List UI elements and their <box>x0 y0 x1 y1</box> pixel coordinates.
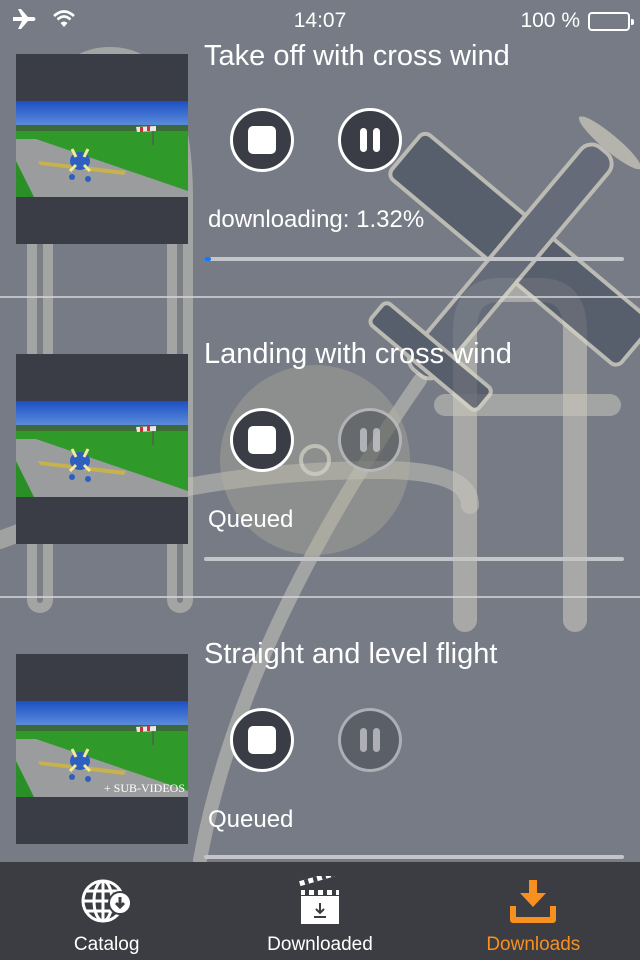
download-tray-icon <box>505 876 561 926</box>
video-thumbnail[interactable]: + SUB-VIDEOS <box>16 654 188 844</box>
download-row: Take off with cross wind downloading: 1.… <box>0 40 640 298</box>
battery-icon <box>588 11 634 31</box>
stop-button[interactable] <box>230 108 294 172</box>
status-bar: 14:07 100 % <box>0 0 640 40</box>
download-title: Take off with cross wind <box>204 40 510 72</box>
tab-bar: Catalog Downloaded Downloads <box>0 862 640 960</box>
video-thumbnail[interactable] <box>16 54 188 244</box>
thumbnail-image <box>16 401 188 497</box>
download-row: + SUB-VIDEOS Straight and level flight Q… <box>0 598 640 898</box>
stop-icon <box>248 126 276 154</box>
pause-icon <box>360 128 367 152</box>
download-progress-bar <box>204 557 624 561</box>
pause-button[interactable] <box>338 408 402 472</box>
download-row: Landing with cross wind Queued <box>0 298 640 598</box>
download-status: downloading: 1.32% <box>208 206 425 233</box>
download-list: Take off with cross wind downloading: 1.… <box>0 40 640 898</box>
tab-catalog[interactable]: Catalog <box>0 862 213 960</box>
battery-percent: 100 % <box>520 9 580 32</box>
pause-button[interactable] <box>338 708 402 772</box>
tab-downloaded[interactable]: Downloaded <box>213 862 426 960</box>
tab-label: Downloads <box>486 934 581 955</box>
download-status: Queued <box>208 806 294 833</box>
stop-icon <box>248 726 276 754</box>
tab-label: Downloaded <box>267 934 373 955</box>
stop-icon <box>248 426 276 454</box>
stop-button[interactable] <box>230 408 294 472</box>
stop-button[interactable] <box>230 708 294 772</box>
clapperboard-icon <box>292 870 348 926</box>
tab-downloads[interactable]: Downloads <box>427 862 640 960</box>
tab-label: Catalog <box>73 934 140 955</box>
thumbnail-image <box>16 101 188 197</box>
download-title: Straight and level flight <box>204 638 498 670</box>
progress-fill <box>204 257 211 261</box>
download-title: Landing with cross wind <box>204 338 512 370</box>
download-progress-bar <box>204 855 624 859</box>
download-status: Queued <box>208 506 294 533</box>
pause-button[interactable] <box>338 108 402 172</box>
pause-icon <box>360 728 367 752</box>
globe-download-icon <box>79 876 135 926</box>
download-progress-bar <box>204 257 624 261</box>
thumbnail-overlay-text: + SUB-VIDEOS <box>103 781 185 795</box>
video-thumbnail[interactable] <box>16 354 188 544</box>
pause-icon <box>360 428 367 452</box>
